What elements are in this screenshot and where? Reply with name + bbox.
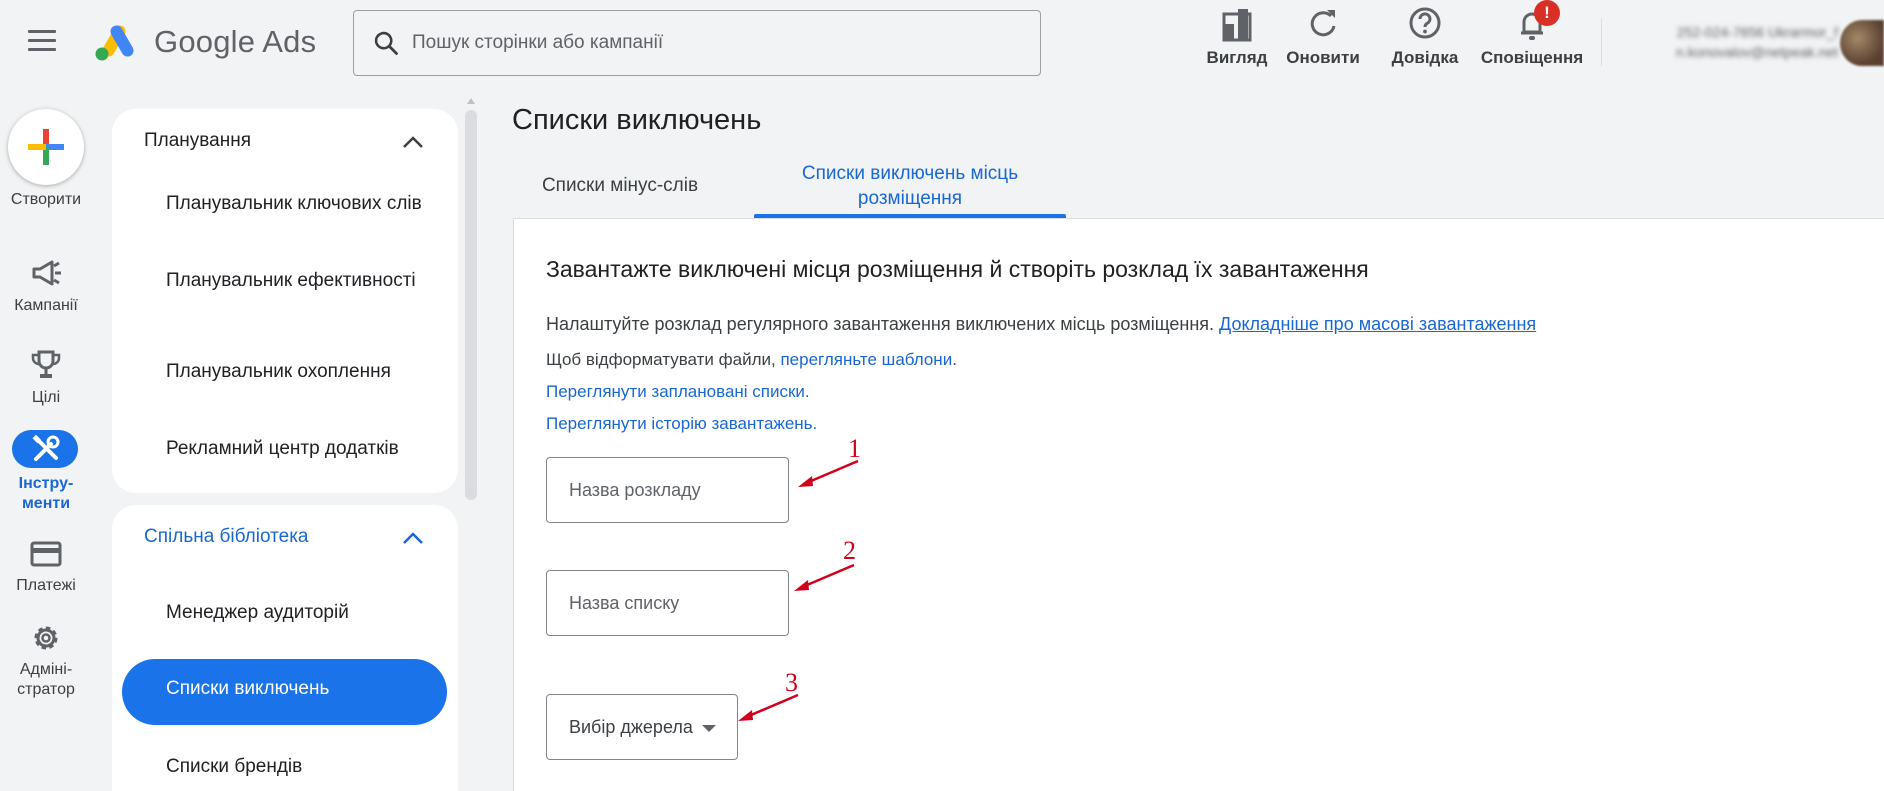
header-divider [1601,18,1602,66]
dropdown-caret-icon [702,725,716,732]
avatar[interactable] [1840,20,1884,66]
nav-item-exclusion-lists[interactable]: Списки виключень [122,659,447,725]
gear-icon [34,626,58,650]
nav-scrollbar[interactable] [465,98,477,500]
schedule-name-input[interactable] [569,478,769,502]
rail-item-admin[interactable]: Адміні- стратор [0,622,92,698]
source-select-label: Вибір джерела [569,717,693,737]
period: . [952,350,957,369]
account-email: n.konovalov@netpeak.net [1675,44,1838,60]
appearance-button[interactable]: Вигляд [1196,6,1278,76]
search-icon [374,31,398,55]
nav-item-performance-planner[interactable]: Планувальник ефективності [166,267,436,295]
description-line: Налаштуйте розклад регулярного завантаже… [546,314,1536,335]
credit-card-icon [30,541,62,567]
annotation-arrow-icon [794,563,855,591]
notifications-label: Сповіщення [1480,48,1584,67]
nav-item-exclusion-lists-label: Списки виключень [166,678,330,699]
chevron-up-icon[interactable] [402,135,424,149]
format-text: Щоб відформатувати файли, [546,350,776,369]
appearance-label: Вигляд [1206,48,1268,67]
rail-label-admin-line2: стратор [17,681,75,698]
trophy-icon [31,350,61,378]
tab-placement-exclusion-lists-line2: розміщення [857,188,963,209]
rail-item-goals[interactable]: Цілі [0,350,92,406]
plus-icon [28,129,64,165]
tab-placement-exclusion-lists-line1: Списки виключень місць [801,163,1019,184]
list-name-field[interactable] [546,570,789,636]
page-title: Списки виключень [512,104,762,136]
scheduled-lists-link[interactable]: Переглянути заплановані списки. [546,382,810,402]
app-name: Google Ads [154,24,317,59]
top-app-bar: Google Ads Вигляд Оновити Довідка Сповіщ… [0,0,1884,84]
rail-label-admin-line1: Адміні- [19,661,73,678]
search-box[interactable] [353,10,1041,76]
appearance-icon [1222,9,1252,42]
rail-label-tools-line1: Інстру- [18,475,74,492]
rail-label-tools[interactable]: Інстру- менти [0,474,92,514]
rail-item-campaigns[interactable]: Кампанії [0,258,92,314]
menu-icon[interactable] [28,30,56,54]
chevron-up-icon[interactable] [402,531,424,545]
create-button[interactable] [8,109,84,185]
annotation-arrow-icon [798,459,859,487]
rail-label-goals: Цілі [31,389,61,406]
rail-label-campaigns: Кампанії [14,297,78,314]
nav-item-app-advertising-hub[interactable]: Рекламний центр додатків [166,435,436,463]
nav-item-brand-lists[interactable]: Списки брендів [166,753,436,781]
nav-item-audience-manager[interactable]: Менеджер аудиторій [166,599,436,627]
nav-item-reach-planner[interactable]: Планувальник охоплення [166,358,436,386]
account-info[interactable]: 252-024-7656 Ukrarmor_f n.konovalov@netp… [1618,22,1838,62]
account-id: 252-024-7656 Ukrarmor_f [1676,24,1838,40]
rail-label-billing: Платежі [16,577,76,594]
annotation-arrow-icon [738,693,799,721]
upload-history-link[interactable]: Переглянути історію завантажень. [546,414,817,434]
format-line: Щоб відформатувати файли, перегляньте ша… [546,350,957,370]
notifications-button[interactable]: Сповіщення [1480,6,1584,76]
scroll-up-arrow-icon[interactable] [467,98,475,104]
google-ads-logo-icon[interactable] [94,22,138,62]
rail-item-billing[interactable]: Платежі [0,540,92,594]
learn-more-link[interactable]: Докладніше про масові завантаження [1219,314,1536,334]
help-icon [1409,7,1441,39]
nav-section-planning[interactable]: Планування [144,130,251,152]
refresh-label: Оновити [1286,48,1360,67]
source-select[interactable]: Вибір джерела [546,694,738,760]
create-label: Створити [10,191,82,208]
templates-link[interactable]: перегляньте шаблони [780,350,952,369]
megaphone-icon [32,260,61,286]
description-text: Налаштуйте розклад регулярного завантаже… [546,314,1215,334]
help-label: Довідка [1391,48,1459,67]
section-heading: Завантажте виключені місця розміщення й … [546,256,1369,282]
nav-shared-library-card: Спільна бібліотека Менеджер аудиторій Сп… [112,505,458,791]
refresh-button[interactable]: Оновити [1284,6,1362,76]
refresh-icon [1310,10,1336,37]
nav-section-shared-library[interactable]: Спільна бібліотека [144,526,309,548]
notification-badge: ! [1534,0,1560,26]
nav-item-keyword-planner[interactable]: Планувальник ключових слів [166,190,436,218]
search-input[interactable] [412,23,1012,63]
rail-label-admin: Адміні- стратор [0,660,92,700]
tab-negative-keyword-lists[interactable]: Списки мінус-слів [512,173,728,198]
schedule-name-field[interactable] [546,457,789,523]
nav-planning-card: Планування Планувальник ключових слів Пл… [112,109,458,493]
scrollbar-thumb[interactable] [465,110,477,500]
list-name-input[interactable] [569,591,769,615]
help-button[interactable]: Довідка [1388,6,1462,76]
tools-icon [32,434,60,461]
tab-placement-exclusion-lists[interactable]: Списки виключень місць розміщення [754,161,1066,211]
rail-label-tools-line2: менти [21,495,71,512]
